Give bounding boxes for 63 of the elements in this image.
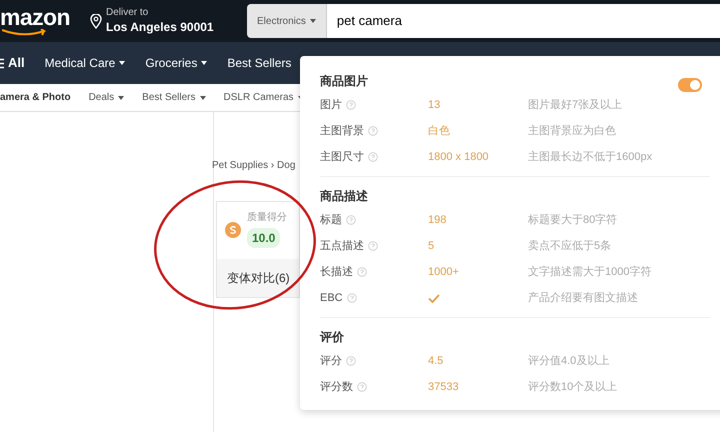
- breadcrumb: Pet Supplies › Dog: [212, 159, 296, 173]
- section-title: 评价: [320, 329, 344, 346]
- metric-hint: 产品介绍要有图文描述: [528, 290, 638, 306]
- logo[interactable]: mazon: [0, 6, 70, 28]
- caret-icon: [200, 96, 206, 100]
- metric-label: 主图背景: [320, 124, 364, 139]
- caret-icon: [201, 61, 208, 65]
- metric-value: 1000+: [428, 266, 459, 278]
- metric-hint: 卖点不应低于5条: [528, 238, 612, 254]
- toggle-switch[interactable]: [678, 78, 702, 92]
- metric-label: 评分数: [320, 380, 353, 395]
- metric-value: 37533: [428, 380, 459, 393]
- sub-nav-link[interactable]: Best Sellers: [142, 90, 206, 105]
- metric-hint: 图片最好7张及以上: [528, 98, 622, 113]
- smile-icon: [2, 28, 48, 36]
- help-icon[interactable]: [357, 382, 367, 392]
- all-menu[interactable]: All: [8, 53, 25, 73]
- metric-label: 图片: [320, 98, 342, 113]
- coin-icon: [225, 222, 241, 238]
- caret-icon: [118, 96, 124, 100]
- deliver-location[interactable]: Los Angeles 90001: [106, 20, 214, 35]
- metric-label: 主图尺寸: [320, 150, 364, 165]
- metric-value: 198: [428, 214, 446, 226]
- nav-link[interactable]: Best Sellers: [227, 54, 292, 72]
- metric-value: 5: [428, 240, 434, 252]
- nav-link[interactable]: Medical Care: [44, 54, 126, 72]
- metric-label: 长描述: [320, 264, 353, 280]
- metric-label: 评分: [320, 354, 342, 369]
- metric-value: 4.5: [428, 354, 444, 367]
- metric-label: 标题: [320, 212, 342, 228]
- help-icon[interactable]: [368, 152, 378, 162]
- metric-value: 1800 x 1800: [428, 150, 489, 163]
- caret-icon: [310, 19, 316, 23]
- section-title: 商品图片: [320, 73, 368, 90]
- sub-nav-link[interactable]: Deals: [88, 90, 124, 105]
- help-icon[interactable]: [368, 126, 378, 136]
- deliver-label: Deliver to: [106, 7, 150, 20]
- score-badge: 10.0: [247, 228, 280, 248]
- metric-value: 白色: [428, 124, 450, 137]
- sub-nav-link[interactable]: amera & Photo: [0, 90, 71, 105]
- location-pin-icon: [90, 14, 102, 28]
- help-icon[interactable]: [346, 356, 356, 366]
- help-icon[interactable]: [346, 100, 356, 110]
- metric-label: EBC: [320, 290, 343, 306]
- metric-label: 五点描述: [320, 238, 364, 254]
- help-icon[interactable]: [346, 293, 357, 303]
- caret-icon: [119, 61, 126, 65]
- metric-hint: 标题要大于80字符: [528, 212, 618, 228]
- metric-hint: 文字描述需大于1000字符: [528, 264, 652, 280]
- help-icon[interactable]: [357, 267, 367, 277]
- metric-hint: 主图背景应为白色: [528, 124, 616, 139]
- category-dropdown[interactable]: Electronics: [247, 4, 327, 38]
- help-icon[interactable]: [346, 215, 356, 225]
- variants-row[interactable]: 变体对比(6): [217, 259, 299, 297]
- metric-value: 13: [428, 98, 440, 111]
- section-title: 商品描述: [320, 188, 368, 205]
- metric-hint: 评分数10个及以上: [528, 380, 618, 395]
- search-field[interactable]: pet camera: [326, 4, 720, 38]
- metric-hint: 主图最长边不低于1600px: [528, 150, 652, 165]
- metric-hint: 评分值4.0及以上: [528, 354, 610, 369]
- score-label: 质量得分: [247, 210, 287, 225]
- help-icon[interactable]: [368, 241, 378, 251]
- nav-link[interactable]: Groceries: [145, 54, 208, 72]
